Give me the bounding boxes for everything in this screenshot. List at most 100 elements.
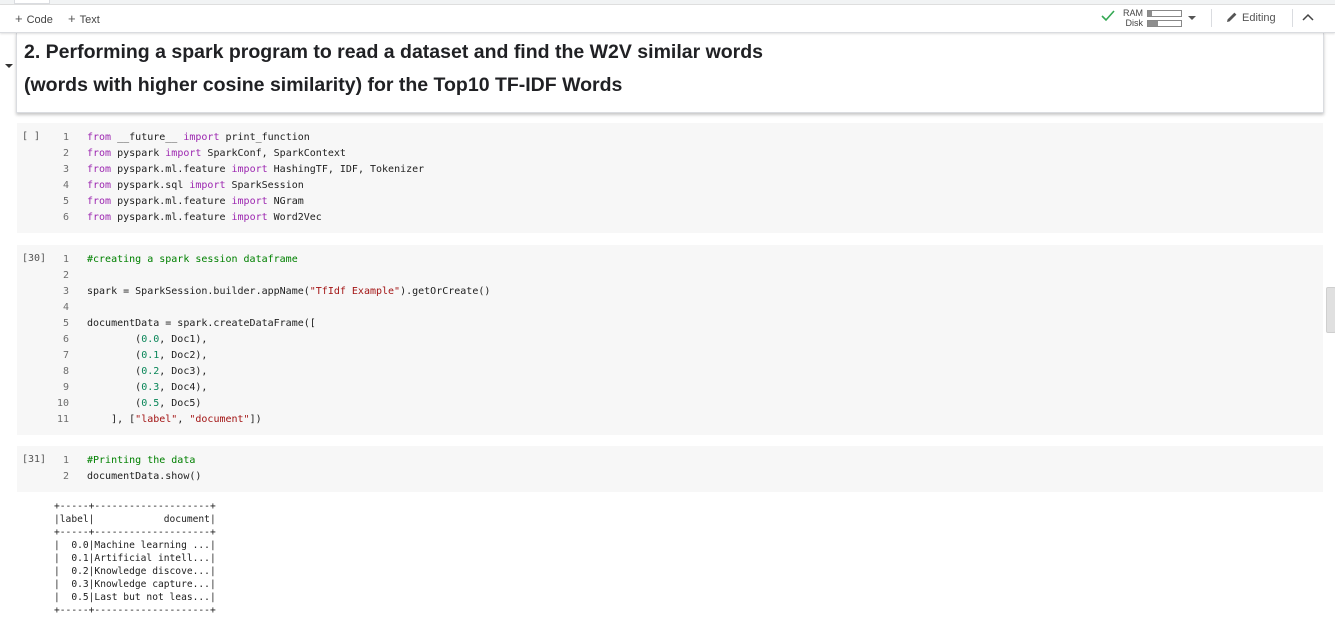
ram-usage-bar bbox=[1147, 10, 1182, 17]
code-token: ], [ bbox=[87, 414, 136, 425]
connected-check-icon bbox=[1101, 10, 1115, 22]
code-text: from pyspark.ml.feature import HashingTF… bbox=[87, 162, 424, 178]
code-token: ).getOrCreate() bbox=[400, 286, 491, 297]
code-text: from __future__ import print_function bbox=[87, 130, 310, 146]
editing-mode-button[interactable]: Editing bbox=[1226, 11, 1276, 24]
code-text: spark = SparkSession.builder.appName("Tf… bbox=[87, 284, 490, 300]
ram-usage-fill bbox=[1148, 11, 1152, 16]
code-line[interactable]: 2 from pyspark import SparkConf, SparkCon… bbox=[17, 146, 1323, 162]
code-token: "TfIdf Example" bbox=[309, 286, 401, 297]
line-number: 5 bbox=[62, 196, 69, 207]
code-token: , Doc2), bbox=[159, 350, 208, 361]
code-token: SparkConf, SparkContext bbox=[201, 148, 346, 159]
code-token: import bbox=[189, 180, 226, 191]
code-token: documentData = spark.createDataFrame([ bbox=[87, 318, 316, 329]
plus-icon: + bbox=[15, 11, 23, 26]
scrollbar-thumb[interactable] bbox=[1326, 287, 1335, 333]
code-cell-create-dataframe[interactable]: [30] 1 #creating a spark session datafram… bbox=[17, 245, 1323, 435]
code-token: ( bbox=[87, 334, 142, 345]
code-token: "label" bbox=[135, 414, 178, 425]
code-text: #Printing the data bbox=[87, 453, 195, 469]
text-cell-heading[interactable]: 2. Performing a spark program to read a … bbox=[16, 32, 1324, 113]
code-token: ( bbox=[87, 398, 142, 409]
code-token: __future__ bbox=[111, 132, 184, 143]
code-text: (0.5, Doc5) bbox=[87, 396, 201, 412]
code-editor[interactable]: 1 from __future__ import print_function 2 f… bbox=[17, 130, 1323, 226]
code-text: from pyspark.ml.feature import Word2Vec bbox=[87, 210, 322, 226]
line-number: 1 bbox=[62, 254, 69, 265]
code-token: , Doc4), bbox=[159, 382, 208, 393]
code-token: NGram bbox=[267, 196, 304, 207]
code-token: from bbox=[87, 180, 112, 191]
resource-dropdown-icon[interactable] bbox=[1188, 16, 1196, 20]
heading-line-1: 2. Performing a spark program to read a … bbox=[24, 41, 764, 63]
heading-line-2: (words with higher cosine similarity) fo… bbox=[24, 74, 623, 96]
code-cell-show-data[interactable]: [31] 1 #Printing the data 2 documentData.sh… bbox=[17, 446, 1323, 492]
code-token: ( bbox=[87, 382, 142, 393]
editing-label: Editing bbox=[1242, 12, 1276, 24]
code-line[interactable]: 9 (0.3, Doc4), bbox=[17, 380, 1323, 396]
code-token: from bbox=[87, 212, 112, 223]
line-number: 10 bbox=[56, 398, 69, 409]
line-number: 1 bbox=[62, 132, 69, 143]
code-line[interactable]: 10 (0.5, Doc5) bbox=[17, 396, 1323, 412]
code-token: 0.0 bbox=[141, 334, 160, 345]
code-token: 0.2 bbox=[141, 366, 160, 377]
code-token: Word2Vec bbox=[267, 212, 322, 223]
code-line[interactable]: 11 ], ["label", "document"]) bbox=[17, 412, 1323, 428]
code-cell-imports[interactable]: [ ] 1 from __future__ import print_functi… bbox=[17, 123, 1323, 233]
line-number: 2 bbox=[62, 148, 69, 159]
line-number: 2 bbox=[62, 270, 69, 281]
line-number: 7 bbox=[62, 350, 69, 361]
code-line[interactable]: 5 from pyspark.ml.feature import NGram bbox=[17, 194, 1323, 210]
code-token: pyspark.ml.feature bbox=[111, 196, 232, 207]
code-token: "document" bbox=[189, 414, 250, 425]
code-line[interactable]: 2 bbox=[17, 268, 1323, 284]
chevron-up-icon[interactable] bbox=[1302, 12, 1314, 22]
code-line[interactable]: 7 (0.1, Doc2), bbox=[17, 348, 1323, 364]
code-text: from pyspark import SparkConf, SparkCont… bbox=[87, 146, 346, 162]
plus-icon: + bbox=[68, 11, 76, 26]
code-token: import bbox=[183, 132, 220, 143]
code-line[interactable]: 3 from pyspark.ml.feature import HashingT… bbox=[17, 162, 1323, 178]
code-text: (0.0, Doc1), bbox=[87, 332, 207, 348]
ram-label: RAM bbox=[1123, 8, 1143, 18]
section-collapse-icon[interactable] bbox=[5, 64, 13, 68]
line-number: 5 bbox=[62, 318, 69, 329]
code-text: (0.2, Doc3), bbox=[87, 364, 207, 380]
code-token: , Doc1), bbox=[159, 334, 208, 345]
code-line[interactable]: 4 from pyspark.sql import SparkSession bbox=[17, 178, 1323, 194]
code-token: import bbox=[231, 212, 268, 223]
code-line[interactable]: 6 from pyspark.ml.feature import Word2Vec bbox=[17, 210, 1323, 226]
code-token: pyspark bbox=[111, 148, 166, 159]
code-line[interactable]: 1 from __future__ import print_function bbox=[17, 130, 1323, 146]
code-editor[interactable]: 1 #Printing the data 2 documentData.show() bbox=[17, 453, 1323, 485]
code-line[interactable]: 4 bbox=[17, 300, 1323, 316]
code-editor[interactable]: 1 #creating a spark session dataframe 2 3 sp… bbox=[17, 252, 1323, 428]
line-number: 3 bbox=[62, 286, 69, 297]
code-text: documentData = spark.createDataFrame([ bbox=[87, 316, 316, 332]
add-code-button[interactable]: + Code bbox=[15, 11, 53, 26]
disk-usage-fill bbox=[1148, 21, 1158, 26]
code-line[interactable]: 2 documentData.show() bbox=[17, 469, 1323, 485]
line-number: 9 bbox=[62, 382, 69, 393]
toolbar-divider bbox=[1211, 9, 1212, 27]
code-token: , Doc3), bbox=[159, 366, 208, 377]
pencil-icon bbox=[1227, 12, 1237, 22]
line-number: 4 bbox=[62, 180, 69, 191]
add-text-button[interactable]: + Text bbox=[68, 11, 100, 26]
code-line[interactable]: 8 (0.2, Doc3), bbox=[17, 364, 1323, 380]
line-number: 11 bbox=[56, 414, 69, 425]
code-line[interactable]: 3 spark = SparkSession.builder.appName("T… bbox=[17, 284, 1323, 300]
code-token: documentData.show() bbox=[87, 471, 202, 482]
code-token: import bbox=[231, 196, 268, 207]
code-token: HashingTF, IDF, Tokenizer bbox=[267, 164, 425, 175]
code-token: pyspark.ml.feature bbox=[111, 164, 232, 175]
code-text: ], ["label", "document"]) bbox=[87, 412, 262, 428]
code-line[interactable]: 5 documentData = spark.createDataFrame([ bbox=[17, 316, 1323, 332]
code-token: import bbox=[231, 164, 268, 175]
code-line[interactable]: 1 #Printing the data bbox=[17, 453, 1323, 469]
code-line[interactable]: 6 (0.0, Doc1), bbox=[17, 332, 1323, 348]
code-line[interactable]: 1 #creating a spark session dataframe bbox=[17, 252, 1323, 268]
section-heading: 2. Performing a spark program to read a … bbox=[24, 36, 763, 102]
